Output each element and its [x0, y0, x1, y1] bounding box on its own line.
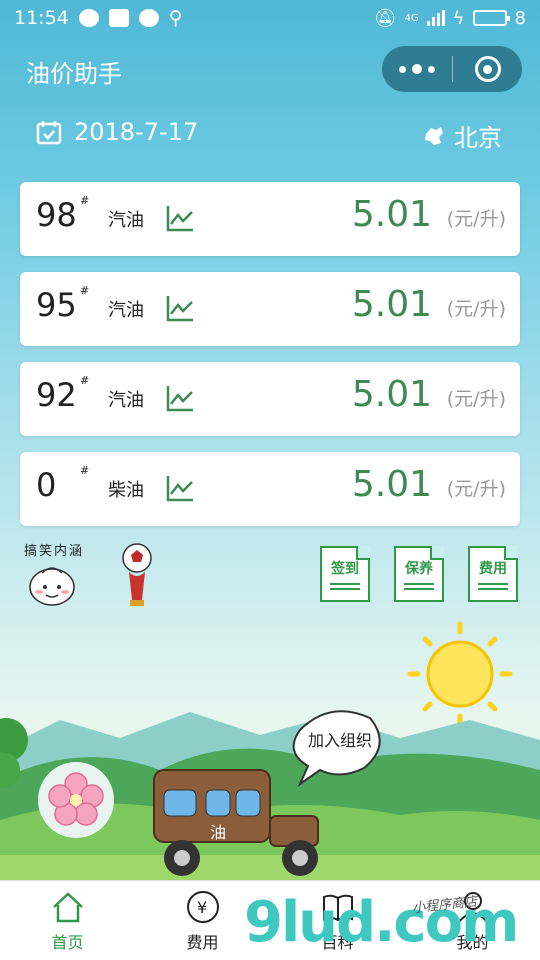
sticker-text: 搞笑内涵	[24, 544, 85, 559]
grade-mark: #	[80, 194, 90, 207]
news-icon	[108, 9, 129, 27]
expense-label: 费用	[479, 561, 507, 577]
price-card-0[interactable]: 0 # 柴油 5.01 (元/升)	[20, 452, 520, 526]
nav-expense-label: 费用	[186, 932, 219, 952]
status-time: 11:54	[14, 7, 69, 29]
date-picker[interactable]: 2018-7-17	[36, 118, 198, 146]
charging-icon: ϟ	[452, 7, 465, 29]
grade-mark: #	[80, 374, 90, 387]
fuel-type: 汽油	[108, 300, 144, 321]
nav-encyclopedia[interactable]: 百科	[270, 881, 405, 960]
fuel-grade: 95	[36, 286, 77, 324]
funny-sticker[interactable]: 搞笑内涵	[24, 540, 94, 610]
fuel-type: 汽油	[108, 390, 144, 411]
fuel-price: 5.01	[351, 284, 432, 325]
maintenance-label: 保养	[405, 561, 433, 577]
price-unit: (元/升)	[446, 388, 506, 410]
fuel-price: 5.01	[351, 194, 432, 235]
price-unit: (元/升)	[446, 298, 506, 320]
sun-icon	[407, 621, 513, 727]
battery-icon	[472, 10, 510, 26]
calendar-icon	[36, 121, 62, 145]
price-card-92[interactable]: 92 # 汽油 5.01 (元/升)	[20, 362, 520, 436]
signal-icon	[426, 10, 445, 26]
info-row: 2018-7-17 北京	[0, 112, 540, 156]
usb-icon: ⚲	[168, 7, 183, 29]
title-bar: 油价助手	[0, 40, 540, 100]
message-icon	[138, 9, 159, 27]
trend-chart-icon[interactable]	[166, 204, 194, 232]
car-text: 油	[210, 823, 226, 842]
trend-chart-icon[interactable]	[166, 294, 194, 322]
fuel-grade: 98	[36, 196, 77, 234]
more-button[interactable]	[382, 46, 452, 92]
fuel-type: 汽油	[108, 210, 144, 231]
nav-mine[interactable]: 我的	[405, 881, 540, 960]
city-text: 北京	[454, 124, 502, 152]
fuel-price: 5.01	[351, 374, 432, 415]
price-unit: (元/升)	[446, 208, 506, 230]
world-cup-trophy-icon[interactable]	[118, 542, 156, 608]
maintenance-button[interactable]: 保养	[394, 546, 444, 602]
trend-chart-icon[interactable]	[166, 384, 194, 412]
fuel-price: 5.01	[351, 464, 432, 505]
map-region-icon	[425, 126, 443, 145]
nav-encyclopedia-label: 百科	[321, 932, 354, 952]
expense-button[interactable]: 费用	[468, 546, 518, 602]
status-right: 🔕︎ 4G ϟ 8	[374, 8, 526, 29]
bun-face-icon	[29, 567, 75, 606]
city-picker[interactable]: 北京	[422, 118, 502, 153]
user-icon	[457, 891, 488, 923]
flower-icon	[38, 762, 114, 838]
bubble-text: 加入组织	[308, 731, 372, 750]
bottom-nav: 首页 ¥ 费用 百科 我的	[0, 880, 540, 960]
fuel-grade: 92	[36, 376, 77, 414]
grade-mark: #	[80, 464, 90, 477]
battery-level: 8	[514, 7, 526, 29]
status-bar: 11:54 ⚲ 🔕︎ 4G ϟ 8	[0, 0, 540, 36]
close-miniprogram-button[interactable]	[453, 46, 522, 92]
more-dot-icon	[399, 65, 406, 73]
miniprogram-capsule	[382, 46, 522, 92]
nav-mine-label: 我的	[456, 932, 489, 952]
network-type: 4G	[404, 12, 419, 24]
fuel-grade: 0	[36, 466, 57, 504]
price-card-95[interactable]: 95 # 汽油 5.01 (元/升)	[20, 272, 520, 346]
status-left: 11:54 ⚲	[14, 7, 183, 29]
price-unit: (元/升)	[446, 478, 506, 500]
nav-home[interactable]: 首页	[0, 881, 135, 960]
book-icon	[322, 894, 353, 921]
nav-expense[interactable]: ¥ 费用	[135, 881, 270, 960]
app-title: 油价助手	[26, 60, 122, 88]
target-icon	[474, 56, 501, 82]
home-icon	[52, 891, 83, 922]
scenery-illustration: 加入组织 油	[0, 621, 540, 880]
mute-icon: 🔕︎	[373, 7, 397, 29]
price-list: 98 # 汽油 5.01 (元/升) 95 # 汽油 5.01 (元/升) 92…	[20, 182, 520, 542]
sign-in-label: 签到	[331, 561, 359, 577]
fuel-type: 柴油	[108, 480, 144, 501]
nav-home-label: 首页	[51, 932, 84, 952]
svg-text:¥: ¥	[197, 898, 207, 917]
chat-icon	[78, 9, 99, 27]
more-dot-icon	[412, 64, 422, 74]
yen-icon: ¥	[186, 890, 219, 923]
price-card-98[interactable]: 98 # 汽油 5.01 (元/升)	[20, 182, 520, 256]
more-dot-icon	[428, 65, 435, 73]
grade-mark: #	[80, 284, 90, 297]
date-text: 2018-7-17	[74, 118, 199, 146]
sign-in-button[interactable]: 签到	[320, 546, 370, 602]
trend-chart-icon[interactable]	[166, 474, 194, 502]
